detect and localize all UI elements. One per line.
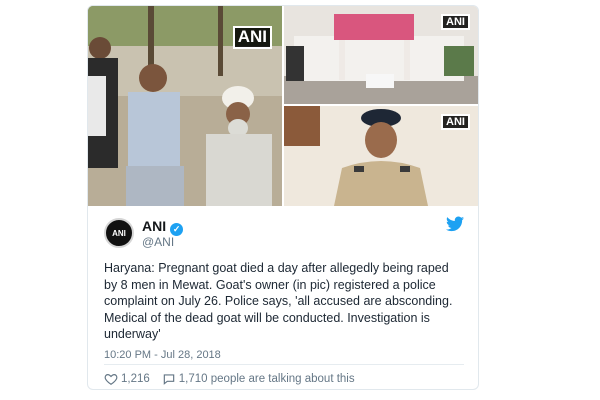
ani-watermark: ANI xyxy=(441,114,470,131)
tweet-actions: 1,216 1,710 people are talking about thi… xyxy=(104,371,355,387)
avatar-label: ANI xyxy=(112,228,126,238)
author-name-line[interactable]: ANI ✓ xyxy=(142,218,184,236)
author-handle[interactable]: @ANI xyxy=(142,235,174,249)
speech-bubble-icon[interactable] xyxy=(162,372,176,386)
media-photo-police-officer[interactable]: ANI xyxy=(284,106,478,206)
talking-about-text[interactable]: 1,710 people are talking about this xyxy=(179,373,355,385)
media-photo-men-seated[interactable]: ANI xyxy=(88,6,282,206)
heart-icon[interactable] xyxy=(104,372,118,386)
tweet-timestamp[interactable]: 10:20 PM - Jul 28, 2018 xyxy=(104,349,221,361)
twitter-bird-icon[interactable] xyxy=(446,216,464,232)
ani-watermark: ANI xyxy=(441,14,470,31)
author-name[interactable]: ANI xyxy=(142,218,166,234)
avatar[interactable]: ANI xyxy=(104,218,134,248)
like-count[interactable]: 1,216 xyxy=(121,373,150,385)
tweet-text: Haryana: Pregnant goat died a day after … xyxy=(104,261,453,341)
tweet-media-grid[interactable]: ANI ANI ANI xyxy=(88,6,478,206)
ani-watermark: ANI xyxy=(232,26,272,49)
media-photo-police-station[interactable]: ANI xyxy=(284,6,478,104)
divider xyxy=(104,364,464,365)
tweet-card[interactable]: ANI ANI ANI ANI ANI ✓ @ANI Haryana: Preg… xyxy=(87,5,479,390)
tweet-header: ANI ANI ✓ @ANI xyxy=(104,216,464,252)
